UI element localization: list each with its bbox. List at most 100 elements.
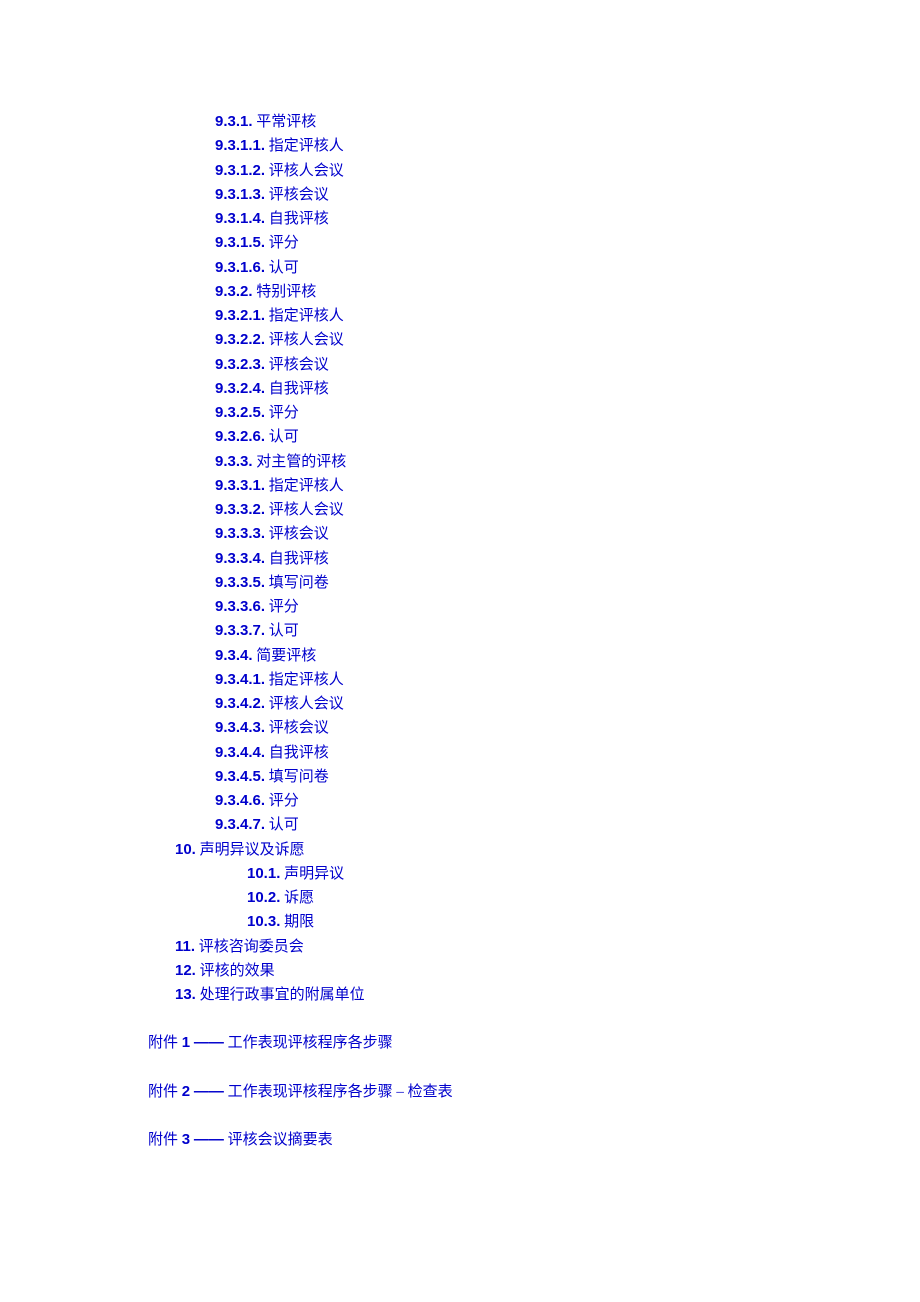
toc-number: 9.3.3.2.	[215, 501, 265, 518]
appendix-title: 工作表现评核程序各步骤	[228, 1035, 393, 1051]
toc-entry[interactable]: 10.2. 诉愿	[215, 886, 920, 910]
toc-number: 9.3.4.4.	[215, 744, 265, 761]
toc-title: 评核人会议	[269, 332, 344, 348]
toc-entry[interactable]: 10.1. 声明异议	[215, 862, 920, 886]
toc-entry[interactable]: 13. 处理行政事宜的附属单位	[175, 983, 920, 1007]
toc-title: 认可	[269, 817, 299, 833]
toc-entry[interactable]: 9.3.4.6. 评分	[215, 789, 920, 813]
toc-entry[interactable]: 9.3.3.3. 评核会议	[215, 522, 920, 546]
toc-number: 9.3.2.5.	[215, 404, 265, 421]
toc-entry[interactable]: 9.3.1. 平常评核	[215, 110, 920, 134]
toc-entry[interactable]: 9.3.3.1. 指定评核人	[215, 474, 920, 498]
toc-number: 9.3.2.4.	[215, 380, 265, 397]
toc-entry[interactable]: 9.3.2.2. 评核人会议	[215, 328, 920, 352]
toc-title: 简要评核	[256, 648, 316, 664]
toc-number: 13.	[175, 986, 196, 1003]
appendix-label: 附件	[148, 1084, 178, 1100]
toc-number: 9.3.4.3.	[215, 719, 265, 736]
toc-entry[interactable]: 9.3.1.1. 指定评核人	[215, 134, 920, 158]
toc-title: 处理行政事宜的附属单位	[200, 987, 365, 1003]
toc-number: 12.	[175, 962, 196, 979]
toc-title: 评核会议	[269, 357, 329, 373]
toc-title: 指定评核人	[269, 672, 344, 688]
toc-entry[interactable]: 10.3. 期限	[215, 910, 920, 934]
toc-title: 评核会议	[269, 720, 329, 736]
toc-entry[interactable]: 9.3.3. 对主管的评核	[215, 450, 920, 474]
appendix-number: 2	[182, 1083, 190, 1100]
toc-number: 9.3.1.3.	[215, 186, 265, 203]
toc-entry[interactable]: 9.3.4.3. 评核会议	[215, 716, 920, 740]
appendix-dash: ——	[194, 1131, 224, 1148]
toc-title: 认可	[269, 429, 299, 445]
toc-number: 9.3.4.6.	[215, 792, 265, 809]
toc-title: 评核咨询委员会	[199, 939, 304, 955]
toc-number: 9.3.1.2.	[215, 162, 265, 179]
toc-number: 9.3.3.1.	[215, 477, 265, 494]
appendix-label: 附件	[148, 1035, 178, 1051]
appendix-title: 评核会议摘要表	[228, 1132, 333, 1148]
toc-entry[interactable]: 9.3.2.1. 指定评核人	[215, 304, 920, 328]
toc-entry[interactable]: 9.3.3.7. 认可	[215, 619, 920, 643]
toc-number: 9.3.4.2.	[215, 695, 265, 712]
appendix-entry[interactable]: 附件 1 —— 工作表现评核程序各步骤	[148, 1031, 920, 1055]
appendix-entry[interactable]: 附件 3 —— 评核会议摘要表	[148, 1128, 920, 1152]
toc-entry[interactable]: 9.3.1.6. 认可	[215, 256, 920, 280]
toc-number: 9.3.3.	[215, 453, 253, 470]
toc-title: 诉愿	[284, 890, 314, 906]
toc-entry[interactable]: 9.3.4.4. 自我评核	[215, 741, 920, 765]
appendix-label: 附件	[148, 1132, 178, 1148]
toc-entry[interactable]: 9.3.4.7. 认可	[215, 813, 920, 837]
toc-number: 9.3.4.	[215, 647, 253, 664]
toc-entry[interactable]: 9.3.4.2. 评核人会议	[215, 692, 920, 716]
toc-entry[interactable]: 9.3.1.4. 自我评核	[215, 207, 920, 231]
toc-entry[interactable]: 9.3.1.3. 评核会议	[215, 183, 920, 207]
toc-title: 评核人会议	[269, 696, 344, 712]
toc-title: 评核会议	[269, 526, 329, 542]
toc-number: 9.3.2.	[215, 283, 253, 300]
toc-entry[interactable]: 9.3.2. 特别评核	[215, 280, 920, 304]
toc-title: 平常评核	[256, 114, 316, 130]
toc-title: 评核人会议	[269, 502, 344, 518]
toc-number: 9.3.1.1.	[215, 137, 265, 154]
toc-title: 评分	[269, 793, 299, 809]
toc-title: 填写问卷	[269, 769, 329, 785]
toc-number: 9.3.4.1.	[215, 671, 265, 688]
toc-entry[interactable]: 9.3.3.4. 自我评核	[215, 547, 920, 571]
toc-entry[interactable]: 11. 评核咨询委员会	[175, 935, 920, 959]
appendix-entry[interactable]: 附件 2 —— 工作表现评核程序各步骤 – 检查表	[148, 1080, 920, 1104]
toc-title: 评核会议	[269, 187, 329, 203]
toc-title: 声明异议及诉愿	[200, 842, 305, 858]
toc-entry[interactable]: 12. 评核的效果	[175, 959, 920, 983]
toc-number: 9.3.3.5.	[215, 574, 265, 591]
toc-entry[interactable]: 9.3.2.3. 评核会议	[215, 353, 920, 377]
appendix-number: 3	[182, 1131, 190, 1148]
toc-entry[interactable]: 9.3.1.2. 评核人会议	[215, 159, 920, 183]
toc-title: 填写问卷	[269, 575, 329, 591]
toc-title: 评分	[269, 599, 299, 615]
toc-number: 9.3.3.3.	[215, 525, 265, 542]
toc-entry[interactable]: 9.3.4.1. 指定评核人	[215, 668, 920, 692]
toc-entry[interactable]: 9.3.3.2. 评核人会议	[215, 498, 920, 522]
table-of-contents: 9.3.1. 平常评核9.3.1.1. 指定评核人9.3.1.2. 评核人会议9…	[0, 110, 920, 1007]
toc-entry[interactable]: 9.3.1.5. 评分	[215, 231, 920, 255]
toc-number: 10.2.	[247, 889, 280, 906]
toc-entry[interactable]: 9.3.4.5. 填写问卷	[215, 765, 920, 789]
toc-title: 对主管的评核	[256, 454, 346, 470]
toc-entry[interactable]: 9.3.4. 简要评核	[215, 644, 920, 668]
toc-entry[interactable]: 9.3.3.6. 评分	[215, 595, 920, 619]
toc-entry[interactable]: 9.3.2.4. 自我评核	[215, 377, 920, 401]
appendix-title: 工作表现评核程序各步骤 – 检查表	[228, 1084, 453, 1100]
toc-title: 特别评核	[256, 284, 316, 300]
toc-number: 9.3.1.6.	[215, 259, 265, 276]
toc-title: 自我评核	[269, 551, 329, 567]
toc-entry[interactable]: 9.3.3.5. 填写问卷	[215, 571, 920, 595]
toc-title: 指定评核人	[269, 308, 344, 324]
appendix-dash: ——	[194, 1083, 224, 1100]
toc-entry[interactable]: 10. 声明异议及诉愿	[175, 838, 920, 862]
appendix-dash: ——	[194, 1034, 224, 1051]
toc-entry[interactable]: 9.3.2.6. 认可	[215, 425, 920, 449]
toc-title: 期限	[284, 914, 314, 930]
toc-number: 9.3.2.6.	[215, 428, 265, 445]
toc-entry[interactable]: 9.3.2.5. 评分	[215, 401, 920, 425]
toc-title: 指定评核人	[269, 478, 344, 494]
